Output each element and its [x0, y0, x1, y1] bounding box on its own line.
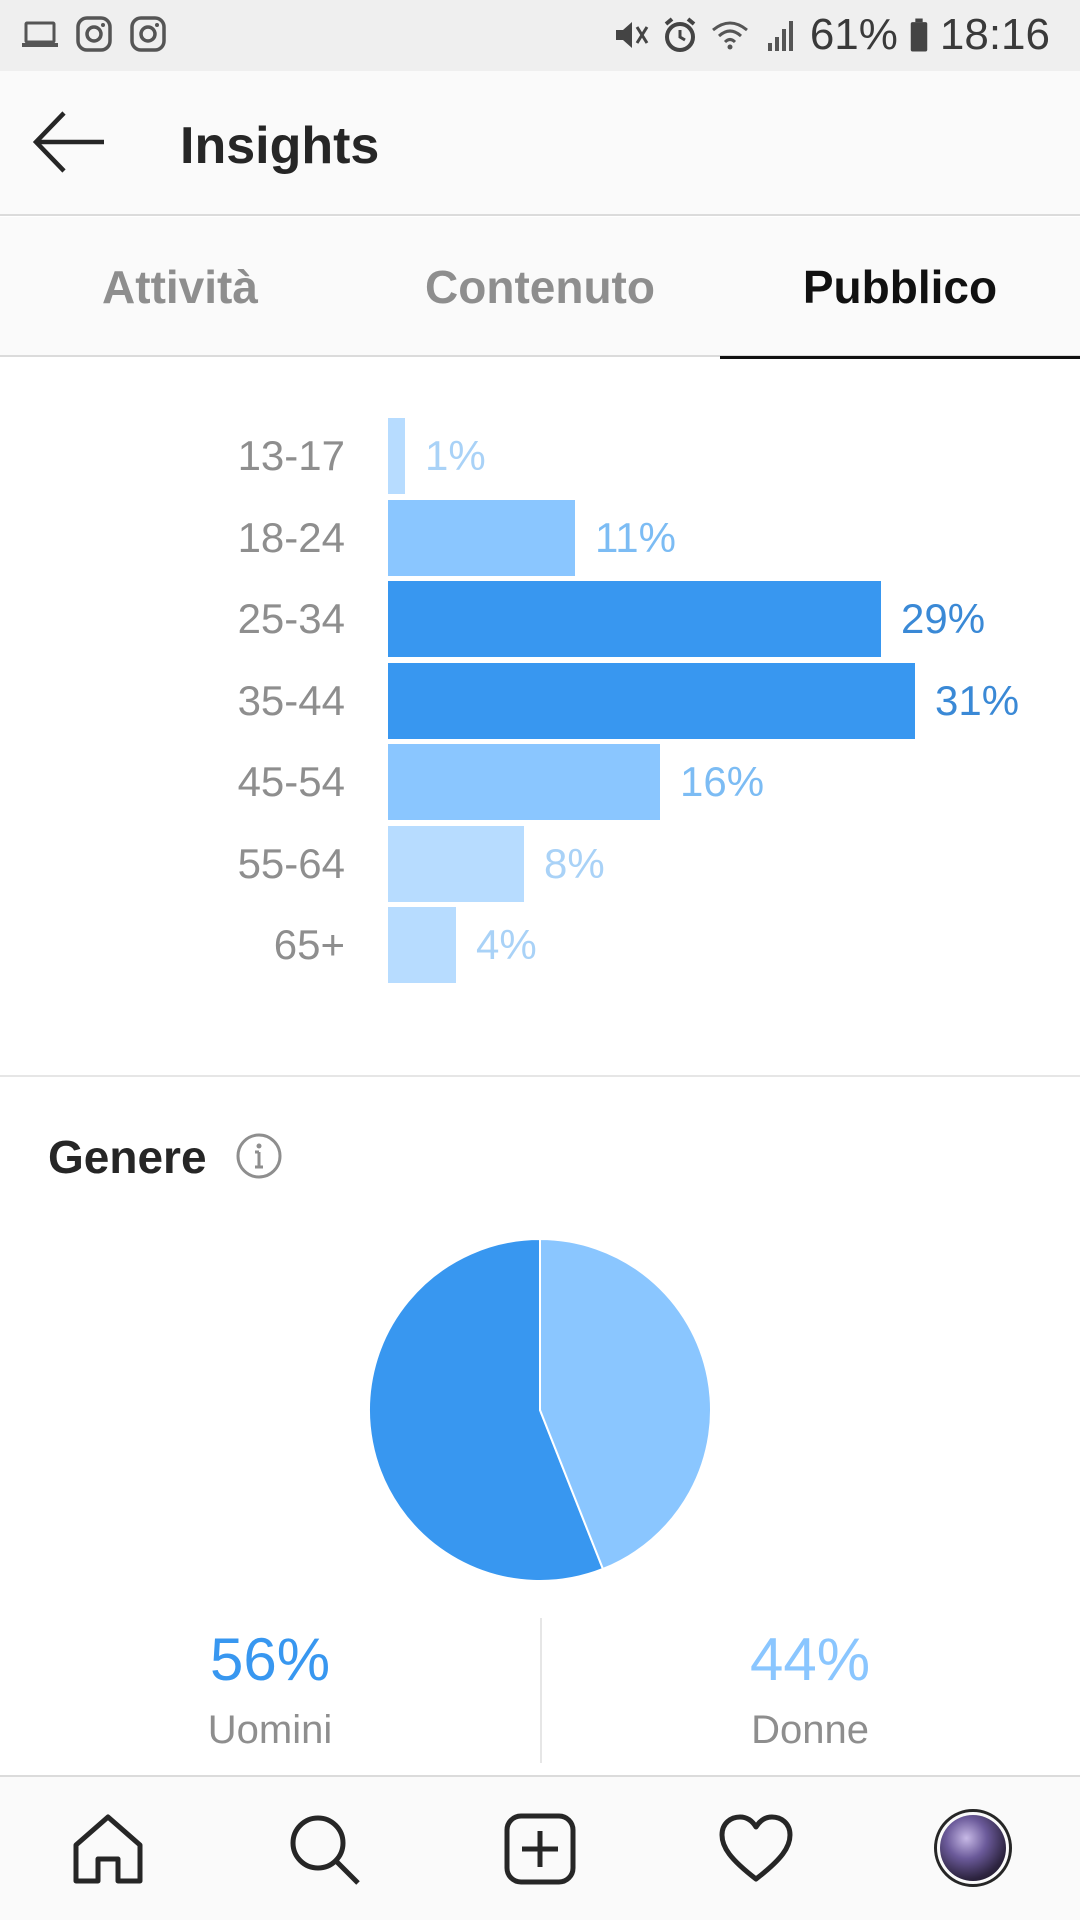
- age-value-label: 8%: [544, 839, 605, 887]
- tab-contenuto[interactable]: Contenuto: [360, 217, 720, 357]
- women-label: Donne: [751, 1708, 869, 1752]
- add-icon[interactable]: [502, 1811, 578, 1887]
- instagram-icon: [130, 16, 166, 52]
- mute-icon: [615, 22, 649, 48]
- info-icon[interactable]: [235, 1132, 283, 1180]
- age-row: 13-17 1%: [0, 418, 1080, 494]
- section-divider: [0, 1075, 1080, 1077]
- age-bar: [388, 418, 405, 494]
- gender-pie-chart: [368, 1238, 712, 1582]
- wifi-icon: [711, 21, 748, 50]
- age-value-label: 16%: [680, 758, 765, 805]
- page-title: Insights: [180, 117, 380, 175]
- age-row: 45-54 16%: [0, 744, 1080, 820]
- age-row: 35-44 31%: [0, 662, 1080, 739]
- age-value-label: 29%: [901, 595, 986, 642]
- app-header: Insights: [0, 71, 1080, 216]
- profile-avatar[interactable]: [934, 1809, 1012, 1887]
- women-stat: 44% Donne: [540, 1625, 1080, 1753]
- age-value-label: 4%: [476, 921, 537, 968]
- battery-percent: 61%: [809, 10, 898, 59]
- women-percent: 44%: [749, 1626, 871, 1693]
- age-row: 25-34 29%: [0, 581, 1080, 657]
- laptop-icon: [22, 21, 58, 47]
- tab-pubblico[interactable]: Pubblico: [720, 217, 1080, 359]
- search-icon[interactable]: [286, 1811, 362, 1887]
- age-bar: [388, 662, 915, 739]
- status-bar: 61% 18:16: [0, 0, 1080, 71]
- age-row: 18-24 11%: [0, 499, 1080, 576]
- age-bar: [388, 499, 575, 576]
- age-value-label: 31%: [935, 676, 1020, 724]
- age-bar: [388, 907, 456, 983]
- men-label: Uomini: [207, 1708, 333, 1752]
- signal-icon: [767, 21, 793, 51]
- age-category-label: 13-17: [237, 432, 345, 479]
- age-category-label: 65+: [273, 921, 345, 968]
- tab-attivita[interactable]: Attività: [0, 217, 360, 357]
- age-category-label: 25-34: [237, 595, 345, 642]
- age-value-label: 11%: [595, 513, 676, 561]
- status-system: 61% 18:16: [610, 10, 1050, 60]
- arrow-left-icon[interactable]: [32, 109, 108, 175]
- heart-icon[interactable]: [718, 1811, 794, 1887]
- age-row: 55-64 8%: [0, 825, 1080, 902]
- men-percent: 56%: [209, 1626, 331, 1693]
- age-row: 65+ 4%: [0, 907, 1080, 983]
- home-icon[interactable]: [70, 1811, 146, 1887]
- clock: 18:16: [939, 10, 1050, 59]
- tab-bar: Attività Contenuto Pubblico: [0, 217, 1080, 359]
- avatar-image: [940, 1815, 1006, 1881]
- age-category-label: 18-24: [237, 513, 345, 561]
- status-notifications: [20, 14, 168, 54]
- age-bar: [388, 744, 660, 820]
- alarm-icon: [664, 17, 696, 52]
- instagram-icon: [76, 16, 112, 52]
- bottom-nav: [0, 1775, 1080, 1920]
- age-category-label: 35-44: [237, 676, 345, 724]
- battery-icon: [910, 18, 928, 52]
- age-category-label: 55-64: [237, 839, 345, 887]
- age-value-label: 1%: [425, 432, 486, 479]
- age-bar: [388, 825, 524, 902]
- age-category-label: 45-54: [237, 758, 345, 805]
- age-range-chart: 13-17 1% 18-24 11% 25-34 29% 35-44 31% 45-54 16% 5…: [0, 360, 1080, 1075]
- gender-title: Genere: [48, 1131, 207, 1183]
- men-stat: 56% Uomini: [0, 1625, 540, 1753]
- age-bar: [388, 581, 881, 657]
